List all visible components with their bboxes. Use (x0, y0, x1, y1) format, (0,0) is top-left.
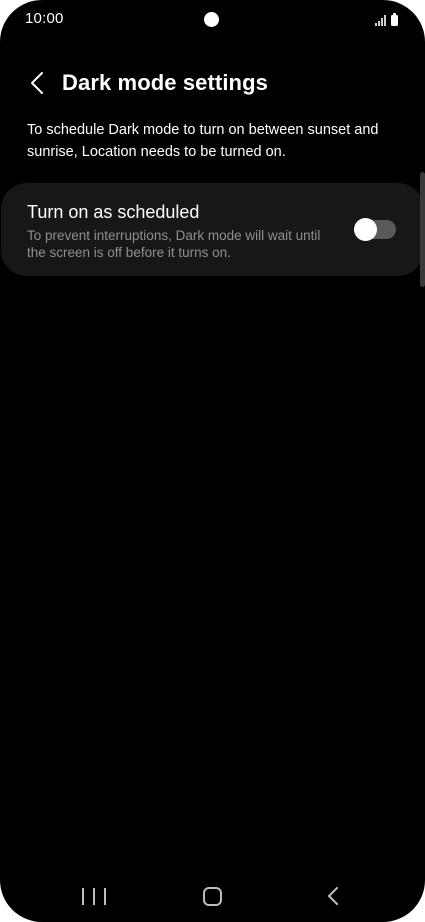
recents-icon[interactable] (82, 886, 106, 906)
navigation-bar (0, 870, 425, 922)
status-icons (375, 12, 398, 26)
chevron-left-icon (31, 72, 43, 94)
setting-title: Turn on as scheduled (27, 202, 200, 222)
toggle-knob (354, 218, 377, 241)
app-bar: Dark mode settings (0, 62, 425, 106)
status-time: 10:00 (25, 10, 64, 27)
back-icon[interactable] (322, 884, 344, 908)
home-icon[interactable] (203, 887, 222, 906)
scheduled-toggle[interactable] (354, 218, 396, 241)
battery-icon (391, 13, 398, 26)
status-bar: 10:00 (0, 0, 425, 38)
signal-icon (375, 15, 386, 26)
phone-screen: 10:00 Dark mode settings To schedule Dar… (0, 0, 425, 922)
setting-description: To prevent interruptions, Dark mode will… (27, 228, 321, 260)
back-button[interactable] (20, 66, 54, 100)
turn-on-as-scheduled-setting[interactable]: Turn on as scheduled To prevent interrup… (1, 183, 424, 276)
page-title: Dark mode settings (62, 70, 268, 95)
location-notice: To schedule Dark mode to turn on between… (27, 122, 379, 160)
front-camera-icon (204, 12, 219, 27)
scroll-indicator (420, 172, 425, 287)
